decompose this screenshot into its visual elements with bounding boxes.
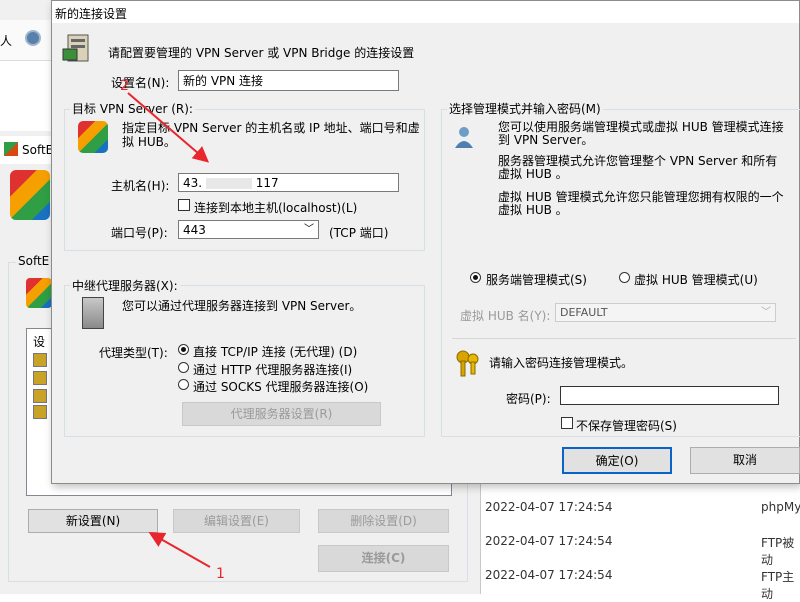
annotation-arrow-1	[148, 532, 211, 568]
annotation-arrow-2	[127, 92, 210, 163]
annotation-label-1: 1	[216, 566, 225, 582]
annotation-label-2: 2	[120, 78, 129, 94]
